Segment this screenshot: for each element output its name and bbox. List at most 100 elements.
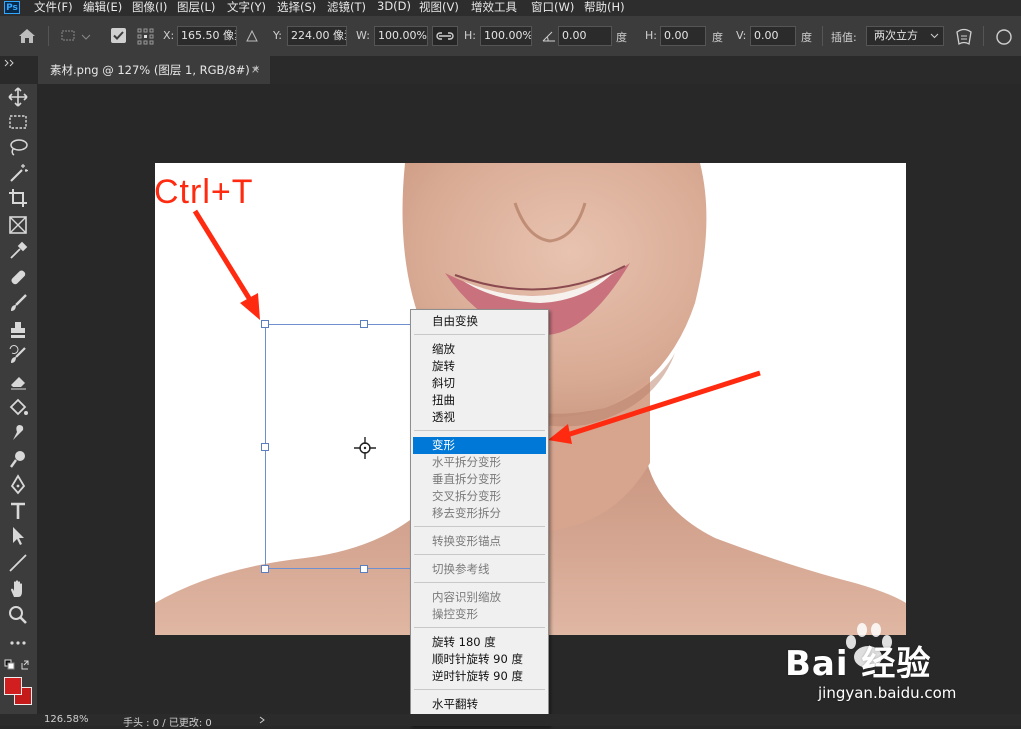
eyedropper-icon[interactable] <box>7 240 29 262</box>
menu-separator <box>414 582 545 583</box>
menu-item[interactable]: 自由变换 <box>413 313 546 330</box>
menu-select[interactable]: 选择(S) <box>277 0 316 15</box>
menu-item[interactable]: 变形 <box>413 437 546 454</box>
reference-point-grid-icon[interactable] <box>136 27 156 45</box>
rotation-input[interactable]: 0.00 <box>558 26 612 46</box>
document-tab-bar: 素材.png @ 127% (图层 1, RGB/8#) * × <box>0 56 1021 84</box>
y-position-input[interactable]: 224.00 像素 <box>287 26 347 46</box>
menu-image[interactable]: 图像(I) <box>132 0 167 15</box>
menu-item[interactable]: 水平翻转 <box>413 696 546 713</box>
transform-handle-bottom-left[interactable] <box>261 565 269 573</box>
transform-context-menu: 自由变换 缩放 旋转 斜切 扭曲 透视 变形 水平拆分变形 垂直拆分变形 交叉拆分变形 移去变形拆分… <box>410 309 549 726</box>
menu-item[interactable]: 缩放 <box>413 341 546 358</box>
cancel-transform-icon[interactable] <box>993 28 1015 46</box>
vertical-skew-input[interactable]: 0.00 <box>750 26 796 46</box>
tools-panel <box>0 84 37 714</box>
menu-item[interactable]: 顺时针旋转 90 度 <box>413 651 546 668</box>
watermark-logo-text: Bai 经验 <box>785 644 932 684</box>
rotation-angle-icon <box>542 31 555 42</box>
divider <box>48 26 49 46</box>
frame-icon[interactable] <box>7 214 29 236</box>
line-icon[interactable] <box>7 552 29 574</box>
transform-handle-bottom-center[interactable] <box>360 565 368 573</box>
eraser-icon[interactable] <box>7 370 29 392</box>
hand-icon[interactable] <box>7 578 29 600</box>
chevron-right-icon[interactable] <box>258 716 266 724</box>
width-scale-input[interactable]: 100.00% <box>374 26 428 46</box>
foreground-color-swatch[interactable] <box>4 677 22 695</box>
watermark-url: jingyan.baidu.com <box>818 684 957 702</box>
interpolation-value: 两次立方 <box>874 29 918 42</box>
stamp-icon[interactable] <box>7 319 29 341</box>
menu-item[interactable]: 斜切 <box>413 375 546 392</box>
marquee-icon[interactable] <box>7 111 29 133</box>
menu-item[interactable]: 扭曲 <box>413 392 546 409</box>
transform-handle-middle-left[interactable] <box>261 443 269 451</box>
divider <box>983 26 984 46</box>
link-proportions-button[interactable] <box>432 26 458 46</box>
collapse-panel-icon[interactable] <box>4 59 16 67</box>
interpolation-select[interactable]: 两次立方 <box>866 26 944 46</box>
home-icon[interactable] <box>17 27 37 45</box>
x-position-input[interactable]: 165.50 像素 <box>177 26 237 46</box>
rotation-unit: 度 <box>616 31 627 44</box>
lasso-icon[interactable] <box>7 136 29 158</box>
bucket-icon[interactable] <box>7 396 29 418</box>
menu-bar: Ps 文件(F) 编辑(E) 图像(I) 图层(L) 文字(Y) 选择(S) 滤… <box>0 0 1021 16</box>
magic-wand-icon[interactable] <box>7 162 29 184</box>
menu-plugins[interactable]: 增效工具 <box>471 0 517 15</box>
menu-type[interactable]: 文字(Y) <box>227 0 266 15</box>
pen-icon[interactable] <box>7 474 29 496</box>
document-info: 手头 : 0 / 已更改: 0 <box>123 718 212 729</box>
more-icon[interactable] <box>7 632 29 654</box>
photoshop-logo[interactable]: Ps <box>4 1 20 14</box>
h-label: H: <box>464 29 476 42</box>
menu-window[interactable]: 窗口(W) <box>531 0 574 15</box>
healing-icon[interactable] <box>7 266 29 288</box>
path-select-icon[interactable] <box>7 525 29 547</box>
move-icon[interactable] <box>7 86 29 108</box>
menu-view[interactable]: 视图(V) <box>419 0 459 15</box>
reference-point-checkbox[interactable] <box>111 28 126 43</box>
smudge-icon[interactable] <box>7 422 29 444</box>
crop-icon[interactable] <box>7 187 29 209</box>
menu-item[interactable]: 透视 <box>413 409 546 426</box>
type-icon[interactable] <box>7 500 29 522</box>
transform-handle-top-left[interactable] <box>261 320 269 328</box>
menu-help[interactable]: 帮助(H) <box>584 0 625 15</box>
menu-separator <box>414 430 545 431</box>
menu-item[interactable]: 旋转 <box>413 358 546 375</box>
dodge-icon[interactable] <box>7 448 29 470</box>
transform-options-icon[interactable] <box>60 28 92 44</box>
menu-3d[interactable]: 3D(D) <box>377 0 411 13</box>
link-icon <box>436 32 454 40</box>
divider <box>822 26 823 46</box>
menu-separator <box>414 689 545 690</box>
default-colors-icon[interactable] <box>4 659 34 673</box>
relative-position-icon[interactable] <box>245 29 259 43</box>
tab-document[interactable]: 素材.png @ 127% (图层 1, RGB/8#) * × <box>38 56 270 84</box>
status-bar: 126.58% 手头 : 0 / 已更改: 0 <box>0 714 1021 729</box>
menu-item: 内容识别缩放 <box>432 590 501 604</box>
transform-handle-top-center[interactable] <box>360 320 368 328</box>
menu-item: 操控变形 <box>432 607 478 621</box>
warp-mode-icon[interactable] <box>953 26 975 48</box>
menu-item[interactable]: 逆时针旋转 90 度 <box>413 668 546 685</box>
menu-file[interactable]: 文件(F) <box>34 0 73 15</box>
close-tab-icon[interactable]: × <box>251 56 260 84</box>
menu-filter[interactable]: 滤镜(T) <box>327 0 366 15</box>
menu-edit[interactable]: 编辑(E) <box>83 0 122 15</box>
transform-bounding-box[interactable] <box>265 324 411 569</box>
brush-icon[interactable] <box>7 292 29 314</box>
menu-separator <box>414 526 545 527</box>
reference-point-crosshair-icon[interactable] <box>353 436 377 460</box>
zoom-level[interactable]: 126.58% <box>44 714 89 725</box>
zoom-icon[interactable] <box>7 604 29 626</box>
history-brush-icon[interactable] <box>7 344 29 366</box>
horizontal-skew-input[interactable]: 0.00 <box>660 26 706 46</box>
menu-separator <box>414 554 545 555</box>
interpolation-label: 插值: <box>831 31 857 44</box>
menu-layer[interactable]: 图层(L) <box>177 0 215 15</box>
menu-item[interactable]: 旋转 180 度 <box>413 634 546 651</box>
height-scale-input[interactable]: 100.00% <box>480 26 532 46</box>
